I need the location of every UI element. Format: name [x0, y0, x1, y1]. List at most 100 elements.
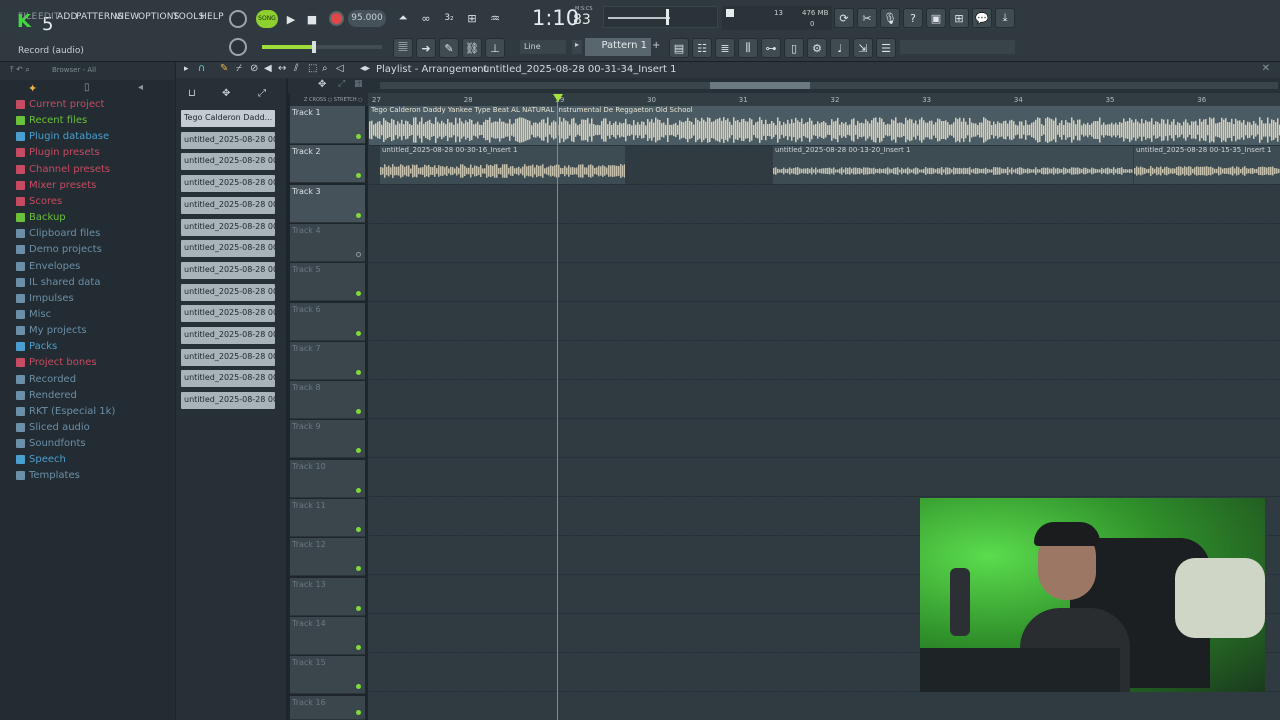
song-position-marker[interactable] [553, 94, 563, 102]
track-mute-led[interactable] [356, 527, 361, 532]
select-tool-icon[interactable]: ⬚ [308, 63, 317, 74]
master-volume-knob[interactable] [229, 10, 247, 28]
channel-rack-icon[interactable]: ☷ [692, 38, 712, 58]
typing-keyboard-icon[interactable]: ♒ [485, 8, 505, 28]
browser-item[interactable]: Packs [16, 341, 57, 352]
browser-back-icon[interactable]: ◂ [138, 82, 143, 93]
picker-item[interactable]: untitled_2025-08-28 00-... [181, 218, 275, 236]
track-mute-led[interactable] [356, 173, 361, 179]
add-pattern-button[interactable]: + [652, 40, 662, 54]
track-header[interactable]: Track 9 [290, 420, 365, 459]
browser-item[interactable]: Recorded [16, 374, 76, 385]
track-header[interactable]: Track 12 [290, 538, 365, 577]
track-header[interactable]: Track 2 [290, 145, 365, 184]
browser-item[interactable]: Plugin database [16, 131, 109, 142]
pencil-tool-playlist-icon[interactable]: ✎ [220, 63, 228, 74]
browser-item[interactable]: My projects [16, 325, 87, 336]
track-mute-led[interactable] [356, 330, 361, 336]
playback-tool-icon[interactable]: ◁ [336, 63, 344, 74]
picker-item[interactable]: untitled_2025-08-28 00-... [181, 196, 275, 214]
browser-item[interactable]: IL shared data [16, 277, 100, 288]
piano-roll-window-icon[interactable]: ≣ [715, 38, 735, 58]
magnet-icon[interactable]: ∩ [198, 63, 205, 74]
picker-move-icon[interactable]: ✥ [222, 88, 230, 99]
browser-item[interactable]: Impulses [16, 293, 74, 304]
delete-tool-icon[interactable]: ⊘ [250, 63, 258, 74]
picker-item[interactable]: untitled_2025-08-28 00-... [181, 261, 275, 279]
browser-nav-icons[interactable]: ⤒ ↶ ⌕ [10, 65, 30, 75]
track-header[interactable]: Track 16 [290, 695, 365, 720]
menu-icon[interactable]: ☰ [876, 38, 896, 58]
mixer-icon[interactable]: ⫼ [738, 38, 758, 58]
picker-item[interactable]: untitled_2025-08-28 00-... [181, 131, 275, 149]
mute-tool-icon[interactable]: ◀ [264, 63, 272, 74]
track-mute-led[interactable] [356, 134, 361, 139]
tempo-display[interactable]: 95.000 [348, 10, 386, 27]
touch-keyboard-icon[interactable]: ♩ [830, 38, 850, 58]
clip-track2a[interactable]: untitled_2025-08-28 00-30-16_Insert 1 [380, 146, 625, 184]
browser-item[interactable]: Recent files [16, 115, 87, 126]
close-icon[interactable]: ✕ [1262, 63, 1270, 74]
microphone-icon[interactable]: 🎙 [880, 8, 900, 28]
browser-item[interactable]: RKT (Especial 1k) [16, 406, 115, 417]
save-icon[interactable]: ▣ [926, 8, 946, 28]
picker-item[interactable]: untitled_2025-08-28 00-... [181, 370, 275, 388]
pattern-selector[interactable]: Pattern 1 [585, 38, 651, 56]
track-mute-led[interactable] [356, 644, 361, 650]
picker-item[interactable]: untitled_2025-08-28 00-... [181, 153, 275, 171]
picker-item[interactable]: untitled_2025-08-28 00-... [181, 392, 275, 410]
browser-window-icon[interactable]: ⊶ [761, 38, 781, 58]
piano-roll-icon[interactable]: 𝄚 [393, 38, 413, 58]
track-header[interactable]: Track 14 [290, 616, 365, 655]
picker-item[interactable]: untitled_2025-08-28 00-... [181, 240, 275, 258]
picker-resize-icon[interactable]: ⤢ [258, 88, 266, 99]
stamp-icon[interactable]: ⊥ [485, 38, 505, 58]
track-mute-led[interactable] [356, 369, 361, 375]
snap-select[interactable]: Line [520, 40, 566, 54]
link-icon[interactable]: ⛓ [462, 38, 482, 58]
clip-track2c[interactable]: untitled_2025-08-28 00-15-35_Insert 1 [1134, 146, 1280, 184]
slip-tool-icon[interactable]: ↔ [278, 63, 286, 74]
browser-item[interactable]: Soundfonts [16, 438, 86, 449]
browser-item[interactable]: Backup [16, 212, 66, 223]
help-icon[interactable]: ? [903, 8, 923, 28]
blend-notes-icon[interactable]: ⊞ [462, 8, 482, 28]
track-header[interactable]: Track 10 [290, 459, 365, 498]
track-header[interactable]: Track 4 [290, 223, 365, 262]
browser-item[interactable]: Templates [16, 470, 80, 481]
browser-item[interactable]: Misc [16, 309, 51, 320]
plugin-picker-icon[interactable]: ⚙ [807, 38, 827, 58]
track-mute-led[interactable] [356, 212, 361, 218]
chat-icon[interactable]: 💬 [972, 8, 992, 28]
picker-item[interactable]: untitled_2025-08-28 00-... [181, 175, 275, 193]
master-pitch-slider[interactable] [262, 41, 382, 53]
menu-file[interactable]: FILE [18, 12, 37, 22]
clip-track2b[interactable]: untitled_2025-08-28 00-13-20_Insert 1 [773, 146, 1133, 184]
metronome-icon[interactable]: ⏶ [393, 8, 413, 28]
brush-tool-icon[interactable]: ⌿ [236, 63, 242, 74]
menu-view[interactable]: VIEW [115, 12, 139, 22]
menu-help[interactable]: HELP [200, 12, 224, 22]
horizontal-scrollbar[interactable] [380, 82, 1278, 89]
browser-collapse-icon[interactable]: ✦ [28, 82, 37, 95]
browser-item[interactable]: Channel presets [16, 164, 110, 175]
playlist-menu-arrow[interactable]: ▸ [184, 64, 189, 74]
browser-item[interactable]: Speech [16, 454, 66, 465]
track-mute-led[interactable] [356, 566, 361, 572]
track-header[interactable]: Track 3 [290, 184, 365, 223]
picker-item[interactable]: Tego Calderon Dadd... [181, 110, 275, 127]
picker-item[interactable]: untitled_2025-08-28 00-... [181, 327, 275, 344]
browser-item[interactable]: Sliced audio [16, 422, 90, 433]
browser-item[interactable]: Scores [16, 196, 62, 207]
loop-record-icon[interactable]: ∞ [416, 8, 436, 28]
browser-item[interactable]: Demo projects [16, 244, 102, 255]
picker-item[interactable]: untitled_2025-08-28 00-... [181, 283, 275, 301]
track-mute-led[interactable] [356, 710, 361, 715]
track-mute-led[interactable] [356, 605, 361, 611]
slice-tool-icon[interactable]: ⫽ [294, 63, 298, 74]
browser-item[interactable]: Clipboard files [16, 228, 100, 239]
browser-item[interactable]: Rendered [16, 390, 77, 401]
track-mute-led[interactable] [356, 251, 361, 257]
track-header[interactable]: Track 8 [290, 381, 365, 420]
track-mute-led[interactable] [356, 487, 361, 493]
